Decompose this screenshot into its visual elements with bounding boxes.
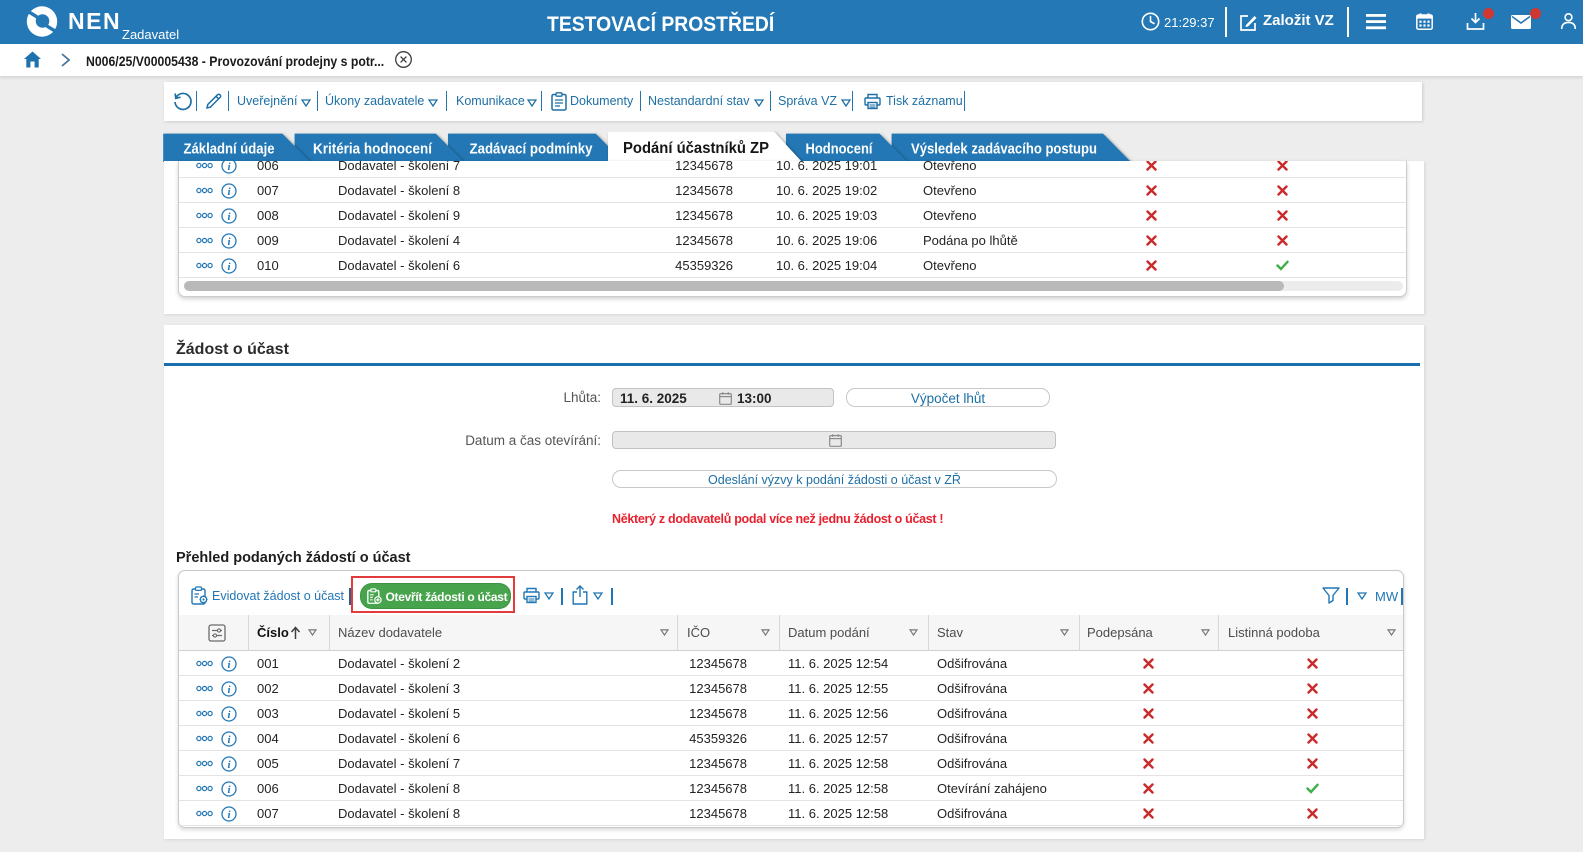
svg-text:i: i: [227, 211, 231, 223]
svg-text:i: i: [227, 186, 231, 198]
svg-text:i: i: [227, 236, 231, 248]
svg-text:i: i: [227, 734, 231, 746]
svg-text:i: i: [227, 684, 231, 696]
svg-text:Kritéria hodnocení: Kritéria hodnocení: [313, 141, 433, 158]
svg-text:i: i: [227, 709, 231, 721]
svg-text:Základní údaje: Základní údaje: [184, 141, 275, 158]
svg-text:i: i: [227, 161, 231, 173]
svg-text:i: i: [227, 809, 231, 821]
svg-text:i: i: [227, 784, 231, 796]
svg-text:Výsledek zadávacího postupu: Výsledek zadávacího postupu: [911, 141, 1097, 158]
svg-text:i: i: [227, 659, 231, 671]
svg-text:Podání účastníků ZP: Podání účastníků ZP: [623, 140, 769, 157]
svg-text:i: i: [227, 759, 231, 771]
svg-text:i: i: [227, 261, 231, 273]
svg-text:Zadávací podmínky: Zadávací podmínky: [470, 141, 594, 158]
svg-text:Hodnocení: Hodnocení: [806, 141, 874, 158]
